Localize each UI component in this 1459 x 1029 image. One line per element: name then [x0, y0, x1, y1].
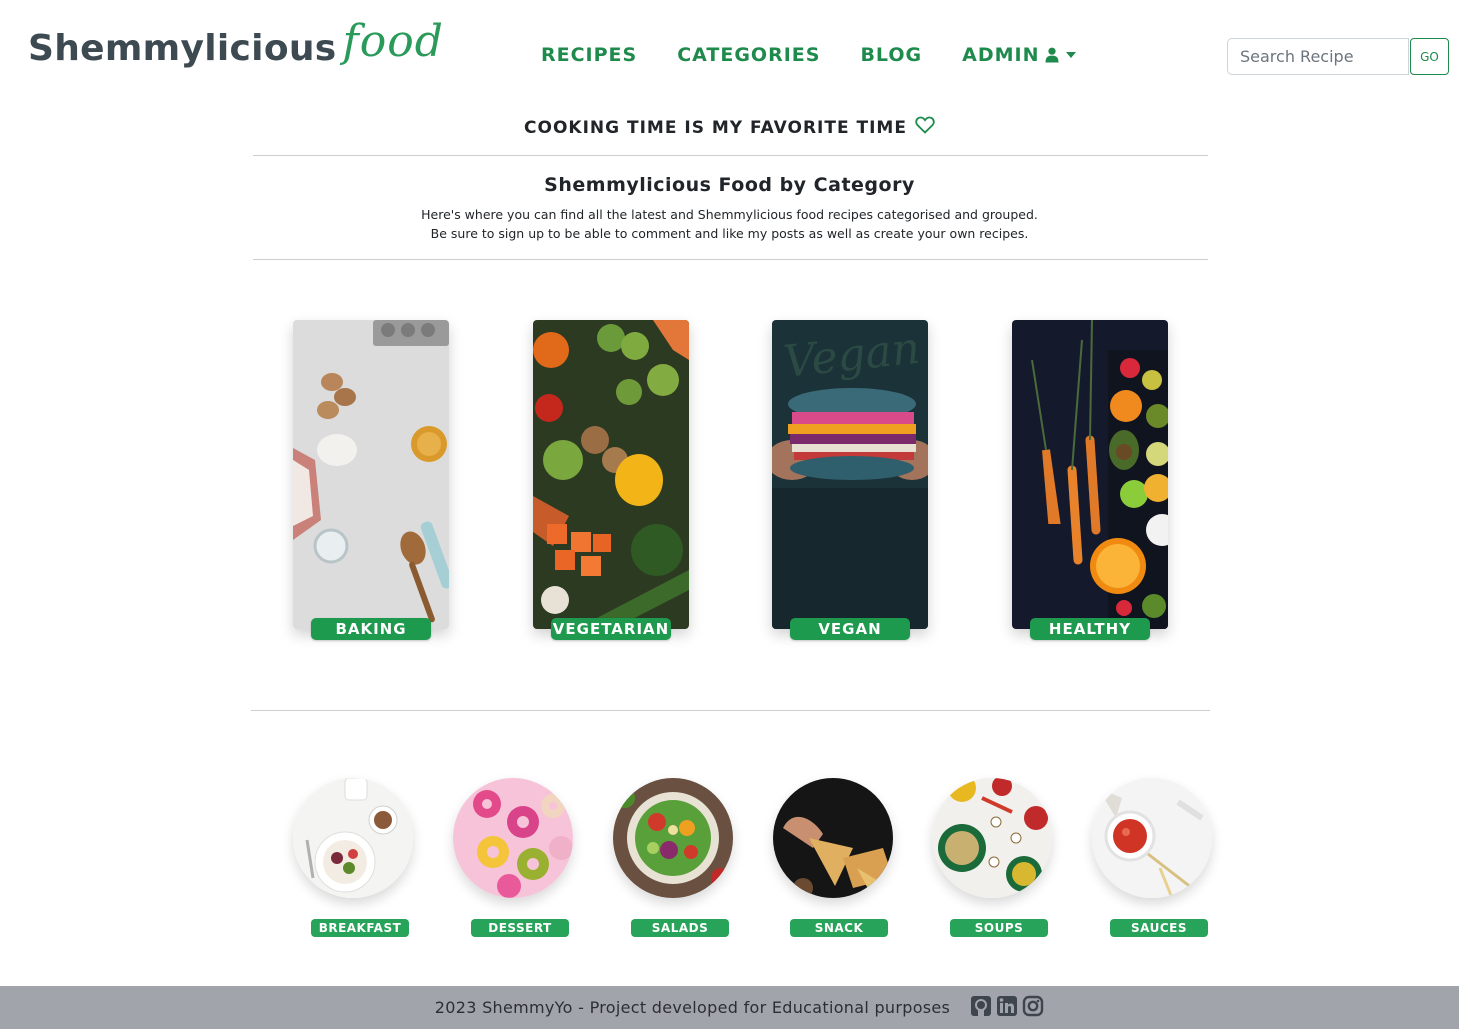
- category-card-baking[interactable]: BAKING: [293, 320, 449, 640]
- description-line: Here's where you can find all the latest…: [421, 207, 1038, 222]
- brand-name: Shemmylicious: [28, 28, 337, 69]
- search-form: GO: [1227, 38, 1449, 75]
- subcategory-badge-sauces[interactable]: SAUCES: [1110, 919, 1208, 937]
- footer: 2023 ShemmyYo - Project developed for Ed…: [0, 986, 1459, 1029]
- nav-recipes[interactable]: RECIPES: [541, 44, 637, 66]
- subcategory-image-dessert[interactable]: [453, 778, 573, 898]
- subcategory-image-snack[interactable]: [773, 778, 893, 898]
- category-card-healthy[interactable]: HEALTHY: [1012, 320, 1168, 640]
- instagram-icon[interactable]: [1022, 995, 1044, 1021]
- subcategory-badge-breakfast[interactable]: BREAKFAST: [311, 919, 409, 937]
- social-icons: [970, 995, 1044, 1021]
- section-title: Shemmylicious Food by Category: [544, 174, 915, 196]
- divider: [251, 710, 1210, 711]
- category-card-vegan[interactable]: Vegan VEGAN: [772, 320, 928, 640]
- category-badge: VEGAN: [790, 618, 910, 640]
- nav-categories[interactable]: CATEGORIES: [677, 44, 820, 66]
- subcategory-badge-salads[interactable]: SALADS: [631, 919, 729, 937]
- category-badge: HEALTHY: [1030, 618, 1150, 640]
- healthy-image: [1012, 320, 1168, 629]
- category-badge: VEGETARIAN: [551, 618, 671, 640]
- user-icon: [1045, 47, 1059, 63]
- category-card-vegetarian[interactable]: VEGETARIAN: [533, 320, 689, 640]
- vegetarian-image: [533, 320, 689, 629]
- subcategory-image-breakfast[interactable]: [293, 778, 413, 898]
- search-go-button[interactable]: GO: [1410, 38, 1449, 75]
- subcategory-badge-snack[interactable]: SNACK: [790, 919, 888, 937]
- divider: [253, 259, 1208, 260]
- brand-logo[interactable]: Shemmylicious food: [28, 14, 444, 94]
- search-input[interactable]: [1227, 38, 1409, 75]
- subcategory-image-salads[interactable]: [613, 778, 733, 898]
- baking-image: [293, 320, 449, 629]
- tagline-text: COOKING TIME IS MY FAVORITE TIME: [524, 117, 907, 138]
- github-icon[interactable]: [970, 995, 992, 1021]
- divider: [253, 155, 1208, 156]
- footer-text: 2023 ShemmyYo - Project developed for Ed…: [434, 998, 951, 1017]
- description-line: Be sure to sign up to be able to comment…: [430, 226, 1029, 241]
- brand-script: food: [342, 16, 444, 67]
- tagline: COOKING TIME IS MY FAVORITE TIME: [0, 116, 1459, 139]
- subcategory-badge-dessert[interactable]: DESSERT: [471, 919, 569, 937]
- category-badge: BAKING: [311, 618, 431, 640]
- heart-icon: [915, 116, 935, 139]
- vegan-image: Vegan: [772, 320, 928, 629]
- subcategory-image-soups[interactable]: [932, 778, 1052, 898]
- nav-admin-dropdown[interactable]: ADMIN: [962, 44, 1077, 66]
- subcategory-badge-soups[interactable]: SOUPS: [950, 919, 1048, 937]
- main-nav: RECIPES CATEGORIES BLOG ADMIN: [541, 44, 1077, 66]
- caret-down-icon: [1065, 51, 1077, 59]
- subcategory-image-sauces[interactable]: [1092, 778, 1212, 898]
- nav-admin-label: ADMIN: [962, 44, 1040, 66]
- linkedin-icon[interactable]: [996, 995, 1018, 1021]
- nav-blog[interactable]: BLOG: [860, 44, 922, 66]
- section-description: Here's where you can find all the latest…: [0, 205, 1459, 243]
